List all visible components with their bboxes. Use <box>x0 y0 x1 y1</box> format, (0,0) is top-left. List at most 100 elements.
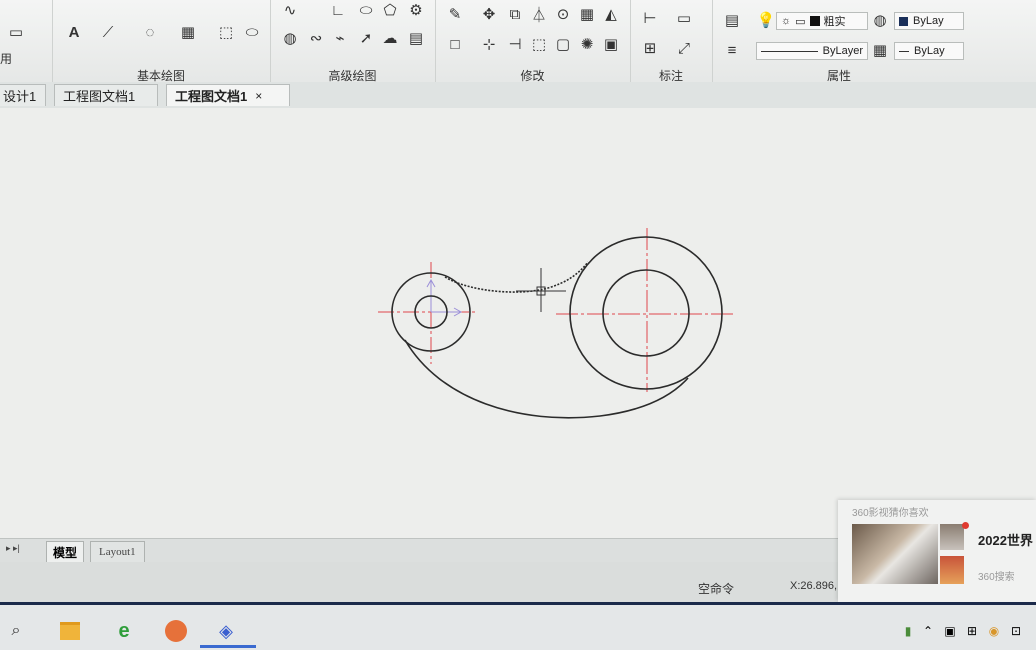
tab-label: 工程图文档1 <box>175 89 248 104</box>
polygon-tool-icon[interactable]: ⬠ <box>380 0 400 20</box>
linetype-value: 粗实 <box>823 16 846 28</box>
ribbon-group-advanced-draw: ∿ ∟ ⬭ ⬠ ⚙ ◍ ∾ ⌁ ➚ ☁ ▤ 高级绘图 <box>270 0 436 92</box>
text-tool-icon[interactable]: A <box>64 22 84 42</box>
tab-label: 工程图文档1 <box>63 89 136 104</box>
coordinate-readout: X:26.896, <box>790 580 838 592</box>
speaker-app-icon[interactable] <box>164 619 188 643</box>
mirror-tool-icon[interactable]: ⏃ <box>529 4 549 24</box>
nav-arrows-icon[interactable]: ▸ ▸| <box>6 543 20 554</box>
trim-tool-icon[interactable]: ⊹ <box>479 34 499 54</box>
dim-style-icon[interactable]: ▭ <box>674 8 694 28</box>
ribbon-group-modify: ✎ ✥ ⧉ ⏃ ⊙ ▦ ◭ □ ⊹ ⊣ ⬚ ▢ ✺ ▣ 修改 <box>435 0 631 92</box>
offset-tool-icon[interactable]: ⬚ <box>529 34 549 54</box>
fillet-tool-icon[interactable]: ▢ <box>553 34 573 54</box>
plotstyle-select[interactable]: ByLay <box>894 42 964 60</box>
ribbon-group-properties: ▤ 💡 ☼ ▭ 粗实 ◍ ByLay ≡ ByLayer ▦ ByLay 属性 <box>712 0 966 92</box>
color-value: ByLay <box>913 15 944 27</box>
tab-drawing1-active[interactable]: 工程图文档1 × <box>166 84 290 106</box>
lineweight-value: ByLayer <box>822 45 863 57</box>
ellipse-tool-icon[interactable]: ⬭ <box>356 0 376 20</box>
construction-marks <box>426 278 463 317</box>
arrow-tool-icon[interactable]: ➚ <box>356 28 376 48</box>
drawing-svg <box>378 228 734 419</box>
tab-drawing1[interactable]: 工程图文档1 <box>54 84 158 106</box>
tab-layout1[interactable]: Layout1 <box>90 541 145 563</box>
color-swatch <box>809 16 820 26</box>
scale-tool-icon[interactable]: ◭ <box>601 4 621 24</box>
command-status: 空命令 <box>698 582 735 596</box>
document-tabs: 设计1 工程图文档1 工程图文档1 × <box>0 82 1036 109</box>
angle-tool-icon[interactable]: ∟ <box>328 0 348 20</box>
tab-model[interactable]: 模型 <box>46 541 85 563</box>
lower-arc <box>404 339 689 419</box>
popup-thumbnail[interactable] <box>852 524 938 584</box>
ribbon: ▭ 用 A ⟋ ◌ ▦ ⬚ ⬭ 基本绘图 ∿ ∟ ⬭ ⬠ ⚙ ◍ ∾ ⌁ ➚ ☁… <box>0 0 1036 93</box>
rotate-tool-icon[interactable]: ⊙ <box>553 4 573 24</box>
plotstyle-line <box>899 50 909 52</box>
lineweight-select[interactable]: ByLayer <box>756 42 868 60</box>
table-tool-icon[interactable]: ▦ <box>178 22 198 42</box>
globe-tool-icon[interactable]: ◍ <box>280 28 300 48</box>
board-tool-icon[interactable]: ▤ <box>406 28 426 48</box>
tab-label: Layout1 <box>99 546 136 558</box>
network-icon[interactable]: ⊞ <box>960 619 984 643</box>
cloud-tool-icon[interactable]: ☁ <box>380 28 400 48</box>
hatch-tool-icon[interactable]: ◌ <box>140 22 160 42</box>
large-inner-circle <box>602 269 690 357</box>
tab-design1[interactable]: 设计1 <box>0 84 46 106</box>
part-outline <box>391 236 723 419</box>
extend-tool-icon[interactable]: ⊣ <box>505 34 525 54</box>
large-outer-circle <box>569 236 723 390</box>
ie-icon[interactable]: e <box>112 619 136 643</box>
sun-icon: ☼ <box>781 15 792 27</box>
copy-tool-icon[interactable]: ⧉ <box>505 4 525 24</box>
zigzag-tool-icon[interactable]: ⌁ <box>330 28 350 48</box>
color-wheel-icon[interactable]: ◍ <box>870 10 890 30</box>
popup-title[interactable]: 2022世界 <box>978 530 1033 549</box>
wave-tool-icon[interactable]: ∾ <box>306 28 326 48</box>
spline-tool-icon[interactable]: ∿ <box>280 0 300 20</box>
layer-icon[interactable]: ▤ <box>722 10 742 30</box>
notification-dot <box>962 522 969 529</box>
screen-icon[interactable]: ▣ <box>938 619 962 643</box>
linear-dim-icon[interactable]: ⊢ <box>640 8 660 28</box>
lineweight-icon[interactable]: ≡ <box>722 40 742 60</box>
line-tool-icon[interactable]: ⟋ <box>98 22 118 42</box>
lightbulb-icon[interactable]: 💡 <box>756 10 776 30</box>
taskbar: ⌕ e ◈ ▮ ⌃ ▣ ⊞ ◉ ⊡ <box>0 602 1036 650</box>
gear-tool-icon[interactable]: ⚙ <box>406 0 426 20</box>
lock-icon: ▭ <box>795 15 806 28</box>
ribbon-partial-label: 用 <box>0 52 13 66</box>
move-tool-icon[interactable]: ✥ <box>479 4 499 24</box>
boundary-tool-icon[interactable]: ⬚ <box>216 22 236 42</box>
linetype-select[interactable]: ☼ ▭ 粗实 <box>776 12 868 30</box>
drawing-canvas[interactable] <box>0 108 1036 538</box>
security-icon[interactable]: ◉ <box>982 619 1006 643</box>
region-tool-icon[interactable]: ⬭ <box>242 22 262 42</box>
explode-tool-icon[interactable]: ✺ <box>577 34 597 54</box>
search-icon[interactable]: ⌕ <box>4 619 28 643</box>
hatch-pattern-icon[interactable]: ▦ <box>870 40 890 60</box>
folder-icon[interactable] <box>58 619 82 643</box>
popup-thumb-small-2[interactable] <box>940 556 964 584</box>
color-select[interactable]: ByLay <box>894 12 964 30</box>
array-tool-icon[interactable]: ▦ <box>577 4 597 24</box>
tool-icon[interactable]: ▭ <box>6 22 26 42</box>
erase-tool-icon[interactable]: ✎ <box>445 4 465 24</box>
plotstyle-value: ByLay <box>914 45 945 57</box>
rectangle-tool-icon[interactable]: □ <box>445 34 465 54</box>
notification-popup[interactable]: 360影视猜你喜欢 2022世界 360搜索 <box>838 500 1036 602</box>
chevron-up-icon[interactable]: ⌃ <box>916 619 940 643</box>
ribbon-group-annotate: ⊢ ▭ ⊞ ⤢ 标注 <box>630 0 713 92</box>
color-square <box>899 16 908 26</box>
ribbon-group-left: ▭ 用 <box>0 0 53 92</box>
close-icon[interactable]: × <box>255 89 262 103</box>
stretch-tool-icon[interactable]: ▣ <box>601 34 621 54</box>
cad-app-icon[interactable]: ◈ <box>214 619 238 643</box>
leader-icon[interactable]: ⤢ <box>674 38 694 58</box>
popup-thumb-small-1[interactable] <box>940 524 964 550</box>
baseline-dim-icon[interactable]: ⊞ <box>640 38 660 58</box>
volume-icon[interactable]: ⊡ <box>1004 619 1028 643</box>
crosshair-cursor <box>516 268 566 312</box>
line-sample <box>761 50 818 52</box>
